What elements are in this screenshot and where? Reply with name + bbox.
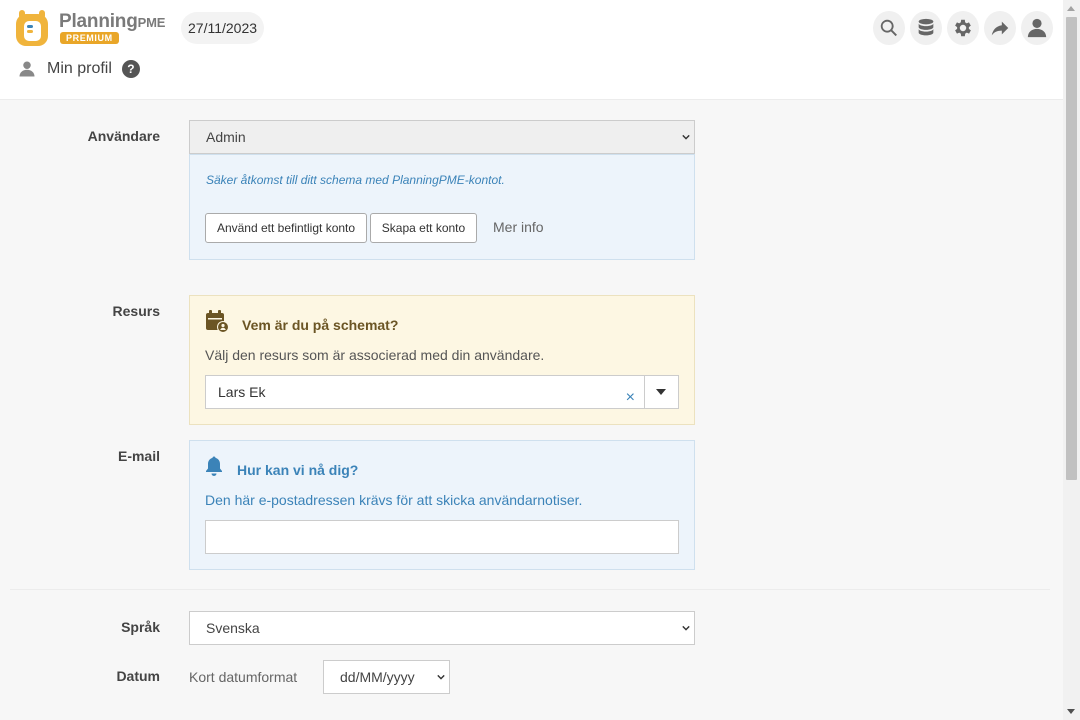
clear-icon[interactable]: ×	[626, 382, 635, 414]
current-date[interactable]: 27/11/2023	[181, 12, 265, 44]
scrollbar-thumb[interactable]	[1066, 17, 1077, 480]
bell-icon	[206, 456, 222, 476]
date-format-value: dd/MM/yyyy	[340, 669, 415, 685]
logo-wordmark: PlanningPME	[59, 11, 166, 32]
database-button[interactable]	[910, 11, 942, 45]
resource-panel: Vem är du på schemat? Välj den resurs so…	[189, 295, 695, 425]
share-icon	[991, 21, 1009, 36]
page-title: Min profil	[47, 60, 112, 77]
scroll-down-icon[interactable]	[1067, 709, 1075, 714]
email-panel: Hur kan vi nå dig? Den här e-postadresse…	[189, 440, 695, 570]
resource-label: Resurs	[112, 303, 160, 319]
share-button[interactable]	[984, 11, 1016, 45]
settings-button[interactable]	[947, 11, 979, 45]
resource-value: Lars Ek	[218, 384, 266, 400]
header-toolbar	[873, 11, 1053, 45]
date-format-select[interactable]: dd/MM/yyyy	[323, 660, 450, 694]
account-info-text: Säker åtkomst till ditt schema med Plann…	[206, 173, 505, 187]
account-info-panel: Säker åtkomst till ditt schema med Plann…	[189, 154, 695, 260]
email-input[interactable]	[205, 520, 679, 554]
email-title: Hur kan vi nå dig?	[237, 462, 359, 478]
premium-badge: PREMIUM	[60, 32, 119, 44]
profile-heading: Min profil ?	[18, 60, 140, 78]
use-existing-account-button[interactable]: Använd ett befintligt konto	[205, 213, 367, 243]
email-description: Den här e-postadressen krävs för att ski…	[205, 492, 583, 508]
date-label: Datum	[116, 668, 160, 684]
logo-mark-icon	[16, 10, 48, 46]
create-account-button[interactable]: Skapa ett konto	[370, 213, 477, 243]
language-label: Språk	[121, 619, 160, 635]
language-select[interactable]: Svenska	[189, 611, 695, 645]
resource-description: Välj den resurs som är associerad med di…	[205, 347, 545, 363]
resource-title: Vem är du på schemat?	[242, 317, 399, 333]
user-button[interactable]	[1021, 11, 1053, 45]
database-icon	[918, 18, 934, 36]
calendar-user-icon	[206, 310, 229, 333]
search-icon	[880, 19, 897, 37]
chevron-down-icon	[682, 625, 690, 631]
planningpme-logo[interactable]: PlanningPME PREMIUM	[12, 8, 172, 50]
app-header: PlanningPME PREMIUM 27/11/2023 Min profi…	[0, 0, 1063, 100]
chevron-down-icon	[682, 134, 690, 140]
more-info-link[interactable]: Mer info	[493, 219, 544, 235]
user-select[interactable]: Admin	[189, 120, 695, 154]
vertical-scrollbar[interactable]	[1063, 0, 1080, 720]
user-label: Användare	[87, 128, 160, 144]
help-icon[interactable]: ?	[121, 60, 140, 78]
gear-icon	[955, 19, 971, 37]
resource-dropdown-toggle[interactable]	[644, 376, 678, 408]
chevron-down-icon	[437, 674, 445, 680]
email-label: E-mail	[117, 448, 160, 464]
user-icon	[1027, 18, 1047, 38]
search-button[interactable]	[873, 11, 905, 45]
user-small-icon	[19, 61, 35, 77]
language-select-value: Svenska	[206, 620, 260, 636]
user-select-value: Admin	[206, 129, 246, 145]
section-divider	[10, 589, 1050, 590]
scroll-up-icon[interactable]	[1067, 6, 1075, 11]
resource-combobox[interactable]: Lars Ek ×	[205, 375, 679, 409]
short-date-format-label: Kort datumformat	[189, 669, 298, 685]
